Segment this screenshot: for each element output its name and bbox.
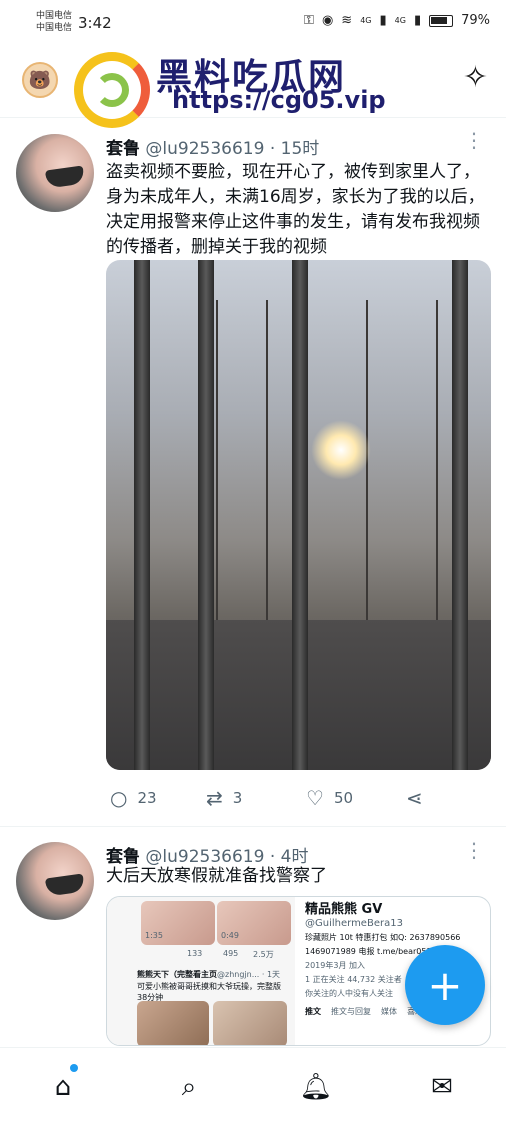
share-icon: ⋖ [406, 786, 423, 810]
carrier-info: 中国电信 中国电信 [36, 10, 72, 34]
embed-profile-bio: 珍藏照片 10t 特惠打包 如Q: 2637890566 [305, 933, 461, 942]
author-name[interactable]: 套鲁 [106, 139, 140, 159]
top-header: 🐻 黑料吃瓜网 https://cg05.vip ✧ [0, 46, 506, 128]
tweet-text: 大后天放寒假就准备找警察了 [106, 866, 327, 886]
key-icon: ⚿ [304, 13, 314, 28]
wifi-icon: ≋ [341, 13, 353, 28]
like-count: 50 [333, 789, 354, 807]
notifications-icon[interactable]: 🔔︎ [299, 1070, 333, 1104]
profile-avatar-button[interactable]: 🐻 [22, 62, 58, 98]
tweet-text: 盗卖视频不要脸，现在开心了，被传到家里人了，身为未成年人，未满16周岁，家长为了… [106, 162, 485, 257]
bottom-navigation: ⌂ ⌕ 🔔︎ ✉ [0, 1047, 506, 1125]
battery-percent: 79% [461, 13, 490, 28]
retweet-button[interactable]: ⇄ 3 [206, 786, 242, 810]
status-time: 3:42 [78, 14, 112, 32]
tweet-actions: ○ 23 ⇄ 3 ♡ 50 ⋖ [106, 786, 486, 810]
embed-duration-2: 0:49 [221, 931, 239, 940]
embed-quoted-handle: @zhngjn... · 1天 [217, 970, 281, 979]
sparkle-icon[interactable]: ✧ [463, 60, 488, 95]
embed-stat-2: 495 [223, 949, 239, 958]
embed-followers: 44,732 关注者 [347, 975, 402, 984]
signal-1-label: 4G [360, 16, 372, 25]
signal-2-label: 4G [394, 16, 406, 25]
embed-quoted-name: 熊熊天下（完整看主页 [137, 970, 217, 979]
status-icons: ⚿ ◉ ≋ 4G ▮ 4G ▮ 79% [304, 13, 490, 28]
embed-stat-1: 133 [187, 949, 203, 958]
home-icon[interactable]: ⌂ [46, 1070, 80, 1104]
signal-icon-2: ▮ [413, 13, 422, 28]
embed-following: 1 正在关注 [305, 975, 345, 984]
more-options-icon[interactable]: ⋮ [464, 840, 484, 860]
avatar[interactable] [16, 842, 94, 920]
embed-quoted-text: 可爱小熊被哥哥抚摸和大爷玩操，完整版38分钟 [137, 982, 281, 1002]
share-button[interactable]: ⋖ [406, 786, 423, 810]
avatar[interactable] [16, 134, 94, 212]
messages-icon[interactable]: ✉ [425, 1070, 459, 1104]
tweet-time: · 15时 [269, 139, 320, 159]
embed-stat-3: 2.5万 [253, 950, 274, 959]
status-bar: 中国电信 中国电信 3:42 ⚿ ◉ ≋ 4G ▮ 4G ▮ 79% [0, 0, 506, 46]
tweet-header: 套鲁 @lu92536619 · 15时 [106, 134, 319, 159]
more-options-icon[interactable]: ⋮ [464, 130, 484, 150]
embed-tab-2: 推文与回复 [331, 1007, 371, 1016]
retweet-icon: ⇄ [206, 786, 223, 810]
reply-button[interactable]: ○ 23 [110, 786, 157, 810]
embed-profile-title: 精品熊熊 GV [305, 902, 383, 917]
eye-icon: ◉ [321, 13, 334, 28]
tweet-photo[interactable] [106, 260, 491, 770]
battery-icon [429, 14, 454, 27]
carrier-2: 中国电信 [36, 23, 73, 33]
reply-count: 23 [137, 789, 157, 807]
like-button[interactable]: ♡ 50 [306, 786, 353, 810]
author-handle[interactable]: @lu92536619 [145, 139, 264, 159]
tweet-divider [0, 826, 506, 827]
heart-icon: ♡ [306, 786, 324, 810]
search-icon[interactable]: ⌕ [172, 1070, 206, 1104]
embed-left-panel: 1:35 0:49 133 495 2.5万 熊熊天下（完整看主页 @zhngj… [107, 897, 295, 1045]
reply-icon: ○ [110, 786, 128, 810]
retweet-count: 3 [232, 789, 243, 807]
notification-dot [70, 1064, 78, 1072]
embed-profile-handle: @GuilhermeBera13 [305, 918, 403, 929]
embed-duration-1: 1:35 [145, 931, 163, 940]
watermark-logo [74, 52, 150, 128]
carrier-1: 中国电信 [36, 11, 73, 21]
watermark-url: https://cg05.vip [172, 86, 386, 114]
signal-icon: ▮ [379, 13, 387, 28]
compose-tweet-button[interactable]: + [405, 945, 485, 1025]
embed-tab-1: 推文 [305, 1007, 321, 1016]
embed-tab-3: 媒体 [381, 1007, 397, 1016]
